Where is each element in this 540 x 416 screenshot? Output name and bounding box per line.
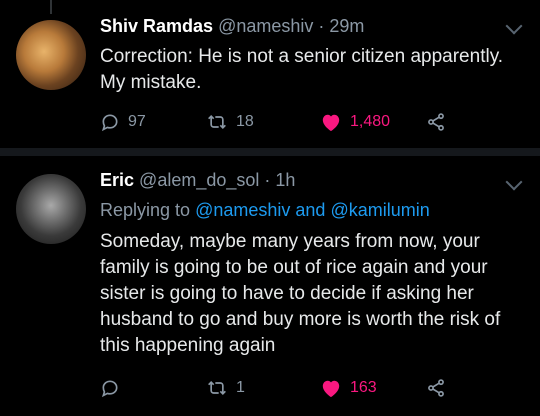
replying-and: and xyxy=(295,200,326,220)
tweet-actions: 1 163 xyxy=(100,376,480,400)
retweet-button[interactable]: 1 xyxy=(206,376,245,400)
timestamp[interactable]: 1h xyxy=(275,170,295,190)
replying-user-link[interactable]: @nameshiv xyxy=(195,200,290,220)
user-handle[interactable]: @alem_do_sol xyxy=(139,170,259,190)
tweet-2[interactable]: Eric @alem_do_sol · 1h Replying to @name… xyxy=(0,0,540,416)
retweet-count: 1 xyxy=(236,379,245,396)
heart-icon xyxy=(322,380,340,398)
more-caret-icon[interactable] xyxy=(505,173,523,191)
replying-to: Replying to @nameshiv and @kamilumin xyxy=(100,200,430,221)
like-count: 163 xyxy=(350,379,377,396)
reply-icon xyxy=(101,380,118,398)
separator-dot: · xyxy=(264,170,271,190)
share-button[interactable] xyxy=(426,376,446,400)
reply-button[interactable] xyxy=(100,376,128,400)
share-icon xyxy=(428,379,444,397)
retweet-icon xyxy=(208,380,226,396)
display-name[interactable]: Eric xyxy=(100,170,134,190)
like-button[interactable]: 163 xyxy=(320,376,377,400)
replying-user-link[interactable]: @kamilumin xyxy=(330,200,429,220)
replying-prefix: Replying to xyxy=(100,200,191,220)
tweet-header: Eric @alem_do_sol · 1h xyxy=(100,170,295,191)
tweet-text: Someday, maybe many years from now, your… xyxy=(100,231,501,356)
avatar[interactable] xyxy=(16,174,86,244)
